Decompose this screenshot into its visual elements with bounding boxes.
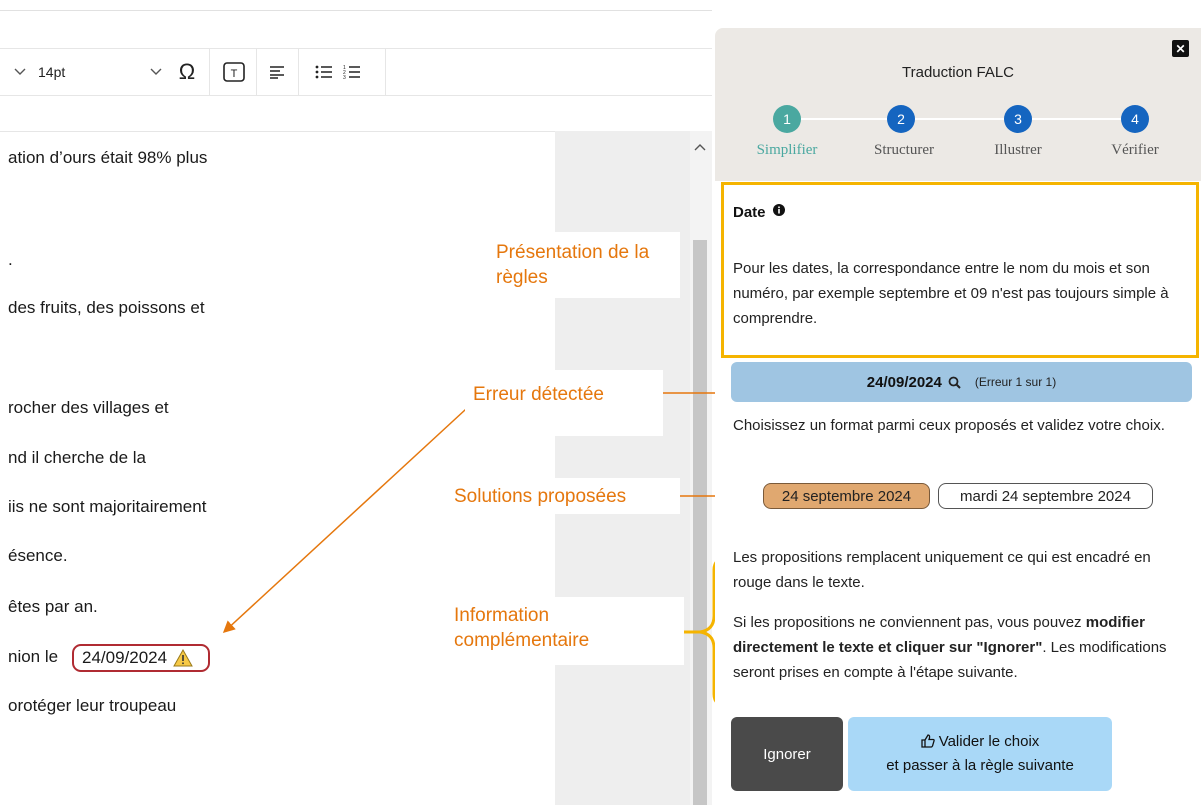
- thumbs-up-icon: [921, 734, 935, 748]
- info-text-ignore: Si les propositions ne conviennent pas, …: [733, 610, 1189, 685]
- step-2-label[interactable]: Structurer: [854, 142, 954, 159]
- option-button-selected[interactable]: 24 septembre 2024: [763, 483, 930, 509]
- rule-title: Date: [733, 204, 785, 221]
- validate-label: Valider le choix: [938, 733, 1040, 750]
- info-text-replace: Les propositions remplacent uniquement c…: [733, 549, 1151, 591]
- annotation-solutions: Solutions proposées: [444, 478, 680, 514]
- validate-label-line1: Valider le choix: [921, 730, 1040, 754]
- step-3-dot[interactable]: 3: [1004, 105, 1032, 133]
- step-4-label[interactable]: Vérifier: [1085, 142, 1185, 159]
- step-2-dot[interactable]: 2: [887, 105, 915, 133]
- info-icon[interactable]: [772, 204, 785, 216]
- error-count: (Erreur 1 sur 1): [974, 375, 1057, 389]
- annotation-rule-presentation: Présentation de la règles: [470, 232, 680, 298]
- rule-description: Pour les dates, la correspondance entre …: [733, 260, 1169, 327]
- panel-title: Traduction FALC: [902, 64, 1014, 81]
- info-text-part: Si les propositions ne conviennent pas, …: [733, 614, 1086, 631]
- step-4-dot[interactable]: 4: [1121, 105, 1149, 133]
- validate-label-line2: et passer à la règle suivante: [886, 757, 1074, 774]
- annotation-extra-info: Information complémentaire: [448, 597, 684, 665]
- error-navigator[interactable]: 24/09/2024 (Erreur 1 sur 1): [731, 362, 1192, 402]
- search-icon[interactable]: [948, 376, 961, 389]
- step-3-label[interactable]: Illustrer: [968, 142, 1068, 159]
- close-icon[interactable]: ✕: [1172, 40, 1189, 57]
- stepper-line: [788, 118, 1135, 120]
- ignore-button[interactable]: Ignorer: [731, 717, 843, 791]
- option-button[interactable]: mardi 24 septembre 2024: [938, 483, 1153, 509]
- error-value: 24/09/2024: [866, 373, 942, 391]
- step-1-dot[interactable]: 1: [773, 105, 801, 133]
- arrow-to-date: [222, 397, 479, 634]
- rule-title-text: Date: [733, 204, 766, 221]
- annotation-error-detected: Erreur détectée: [465, 370, 663, 436]
- instruction-text: Choisissez un format parmi ceux proposés…: [733, 417, 1165, 434]
- validate-button[interactable]: Valider le choix et passer à la règle su…: [848, 717, 1112, 791]
- step-1-label[interactable]: Simplifier: [737, 142, 837, 159]
